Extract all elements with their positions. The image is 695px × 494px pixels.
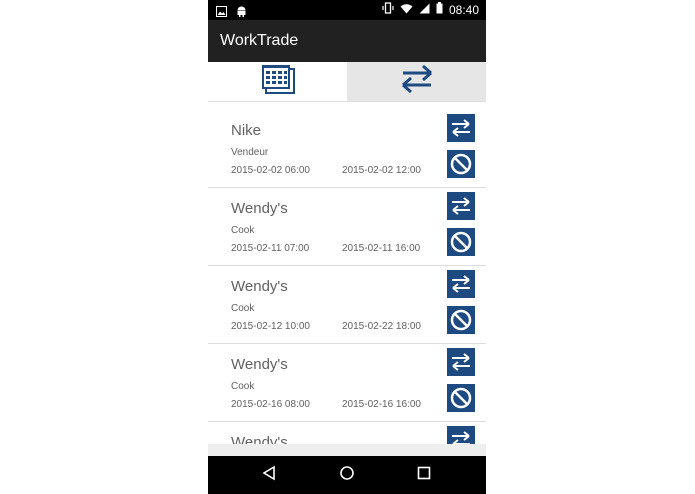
shift-end: 2015-02-22 18:00 — [342, 321, 421, 332]
cancel-button[interactable] — [447, 383, 475, 417]
shift-end: 2015-02-11 16:00 — [342, 243, 421, 254]
cancel-button[interactable] — [447, 227, 475, 261]
status-time: 08:40 — [448, 3, 479, 17]
tab-trades[interactable] — [347, 62, 486, 101]
shift-company: Nike — [231, 122, 262, 139]
shift-company: Wendy's — [231, 434, 288, 444]
swap-arrows-icon — [399, 64, 435, 99]
swap-arrows-icon — [447, 113, 475, 147]
app-title: WorkTrade — [220, 32, 299, 49]
block-icon — [447, 227, 475, 261]
trade-button[interactable] — [447, 425, 475, 444]
block-icon — [447, 149, 475, 183]
navigation-bar — [208, 456, 486, 494]
recents-button[interactable] — [414, 465, 434, 485]
trade-button[interactable] — [447, 113, 475, 147]
trade-button[interactable] — [447, 347, 475, 381]
shift-start: 2015-02-11 07:00 — [231, 243, 310, 254]
list-item[interactable]: Wendy's Cook 2015-02-12 10:00 2015-02-22… — [208, 266, 486, 344]
shift-list[interactable]: Nike Vendeur 2015-02-02 06:00 2015-02-02… — [208, 102, 486, 444]
vibrate-icon — [382, 1, 394, 19]
shift-start: 2015-02-02 06:00 — [231, 165, 310, 176]
shift-end: 2015-02-16 16:00 — [342, 399, 421, 410]
home-button[interactable] — [337, 465, 357, 485]
phone-screen: 08:40 WorkTrade Nike Vendeur 2015-02-02 … — [208, 0, 486, 494]
swap-arrows-icon — [447, 191, 475, 225]
cancel-button[interactable] — [447, 305, 475, 339]
back-icon — [261, 465, 277, 486]
shift-role: Vendeur — [231, 147, 269, 158]
status-bar: 08:40 — [208, 0, 486, 20]
shift-end: 2015-02-02 12:00 — [342, 165, 421, 176]
trade-button[interactable] — [447, 191, 475, 225]
shift-company: Wendy's — [231, 356, 288, 373]
wifi-icon — [400, 1, 413, 19]
cancel-button[interactable] — [447, 149, 475, 183]
list-item[interactable]: Wendy's Cook 2015-02-11 07:00 2015-02-11… — [208, 188, 486, 266]
list-item[interactable]: Wendy's Cook 2015-02-16 08:00 2015-02-16… — [208, 344, 486, 422]
block-icon — [447, 305, 475, 339]
shift-role: Cook — [231, 225, 255, 236]
shift-start: 2015-02-16 08:00 — [231, 399, 310, 410]
swap-arrows-icon — [447, 425, 475, 444]
home-icon — [339, 465, 355, 486]
list-footer-strip — [208, 444, 486, 456]
calendar-icon — [261, 64, 295, 99]
battery-icon — [436, 1, 443, 19]
shift-role: Cook — [231, 381, 255, 392]
tab-bar — [208, 62, 486, 102]
block-icon — [447, 383, 475, 417]
tab-calendar[interactable] — [208, 62, 347, 101]
shift-company: Wendy's — [231, 278, 288, 295]
shift-start: 2015-02-12 10:00 — [231, 321, 310, 332]
shift-company: Wendy's — [231, 200, 288, 217]
list-item[interactable]: Nike Vendeur 2015-02-02 06:00 2015-02-02… — [208, 102, 486, 188]
swap-arrows-icon — [447, 347, 475, 381]
list-item[interactable]: Wendy's — [208, 422, 486, 444]
signal-icon — [419, 1, 430, 19]
recents-icon — [416, 465, 432, 486]
swap-arrows-icon — [447, 269, 475, 303]
app-bar: WorkTrade — [208, 20, 486, 62]
trade-button[interactable] — [447, 269, 475, 303]
back-button[interactable] — [259, 465, 279, 485]
shift-role: Cook — [231, 303, 255, 314]
